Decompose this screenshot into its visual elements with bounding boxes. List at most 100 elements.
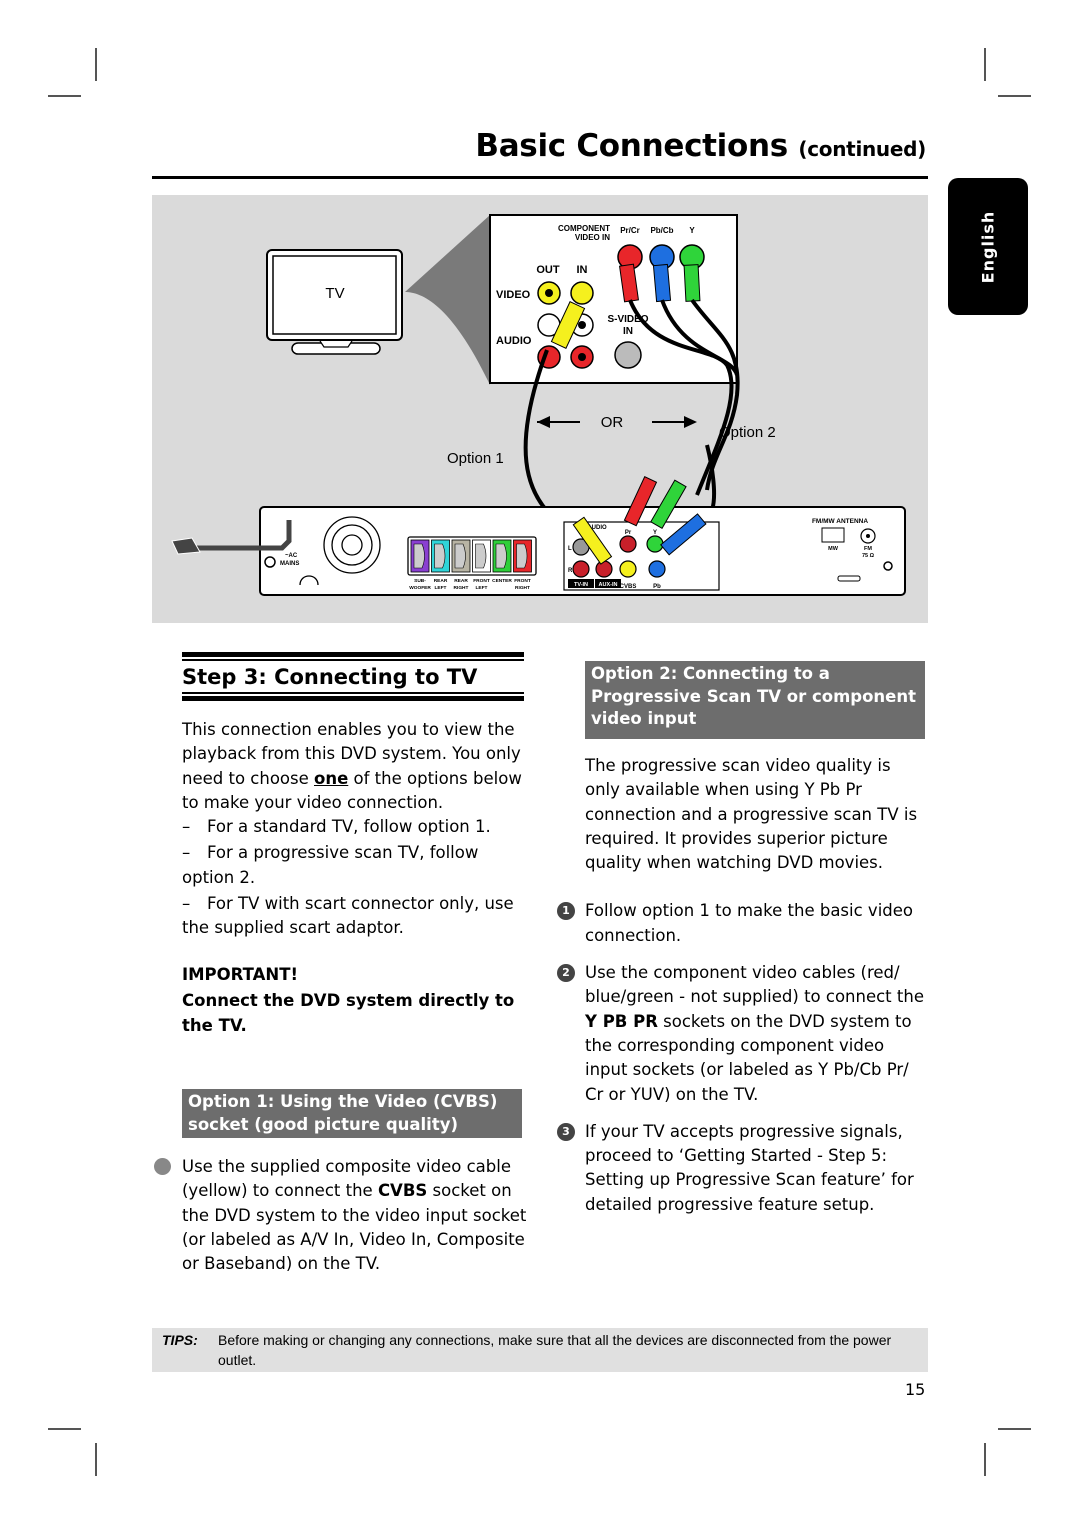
zoom-wedge: [405, 215, 490, 385]
arrow-right-icon: [684, 416, 697, 428]
option1-heading: Option 1: Using the Video (CVBS) socket …: [182, 1089, 522, 1138]
dash-item-text: For a standard TV, follow option 1.: [207, 817, 491, 837]
socket-tvin-r: [572, 560, 590, 578]
page-number: 15: [905, 1380, 926, 1399]
option2-step-1: 1 Follow option 1 to make the basic vide…: [557, 899, 930, 948]
dvd-pr-label: Pr: [625, 530, 632, 536]
r-label: R: [568, 568, 573, 574]
tv-in-label: TV-IN: [574, 582, 588, 588]
speaker-label: RIGHT: [515, 585, 530, 591]
socket-pr-out: [619, 535, 637, 553]
step-heading: Step 3: Connecting to TV: [182, 652, 524, 701]
crop-mark: [95, 48, 97, 81]
mains-label: MAINS: [280, 561, 299, 567]
title-text: Basic Connections: [475, 128, 788, 164]
bullet-icon: [154, 1158, 171, 1175]
speaker-label: REAR: [454, 578, 468, 584]
page-header: Basic Connections (continued): [152, 128, 928, 179]
fm-label: FM: [864, 546, 872, 552]
crop-mark: [48, 95, 81, 97]
ac-label: ~AC: [285, 553, 298, 559]
component-label: COMPONENT: [558, 224, 610, 233]
or-label: OR: [601, 414, 624, 431]
svideo-in-label: IN: [623, 326, 633, 337]
socket-svideo: [614, 341, 642, 369]
intro-paragraph: This connection enables you to view the …: [182, 718, 527, 815]
dvd-y-label: Y: [653, 530, 657, 536]
option2-label: Option 2: [719, 424, 776, 441]
speaker-label: CENTER: [492, 578, 512, 584]
step-text: If your TV accepts progressive signals, …: [585, 1121, 914, 1214]
step-title: Step 3: Connecting to TV: [182, 665, 478, 689]
socket-pb-out: [648, 560, 666, 578]
ypbpr-bold: Y PB PR: [585, 1011, 658, 1031]
crop-mark: [95, 1443, 97, 1476]
crop-mark: [48, 1428, 81, 1430]
audio-label: AUDIO: [496, 335, 532, 347]
option2-step-3: 3 If your TV accepts progressive signals…: [557, 1120, 930, 1217]
right-column: The progressive scan video quality is on…: [557, 754, 930, 1217]
option1-body: Use the supplied composite video cable (…: [154, 1155, 527, 1276]
tips-text: Before making or changing any connection…: [218, 1332, 892, 1368]
heading-rule-top: [182, 652, 524, 661]
dvd-pb-label: Pb: [653, 584, 661, 590]
arrow-left-icon: [537, 416, 550, 428]
component-label-2: VIDEO IN: [575, 233, 610, 242]
video-label: VIDEO: [496, 289, 531, 301]
option2-step-2: 2 Use the component video cables (red/ b…: [557, 961, 930, 1107]
important-text: Connect the DVD system directly to the T…: [182, 991, 515, 1035]
pr-cr-label: Pr/Cr: [620, 226, 640, 235]
page-title: Basic Connections (continued): [475, 128, 926, 164]
step-number-icon: 2: [557, 964, 575, 983]
step-text: Follow option 1 to make the basic video …: [585, 901, 913, 945]
dash-item-text: For TV with scart connector only, use th…: [182, 894, 514, 938]
dash-item: – For TV with scart connector only, use t…: [182, 894, 514, 938]
tips-label: TIPS:: [162, 1332, 198, 1348]
dash-item-text: For a progressive scan TV, follow option…: [182, 843, 479, 887]
antenna-label: FM/MW ANTENNA: [812, 518, 868, 525]
diagram-svg: TV COMPONENT VIDEO IN Pr/Cr Pb/Cb Y OUT …: [171, 214, 906, 596]
speaker-label: FRONT: [473, 578, 490, 584]
y-label: Y: [689, 226, 695, 235]
step-number-icon: 3: [557, 1122, 575, 1141]
important-note: IMPORTANT! Connect the DVD system direct…: [182, 963, 527, 1038]
power-plug-icon: [171, 537, 201, 555]
connection-diagram: TV COMPONENT VIDEO IN Pr/Cr Pb/Cb Y OUT …: [152, 195, 928, 623]
option2-heading: Option 2: Connecting to a Progressive Sc…: [585, 661, 925, 739]
speaker-label: LEFT: [476, 585, 488, 591]
speaker-label: LEFT: [435, 585, 447, 591]
socket-auxin-r: [595, 560, 613, 578]
intro-emphasis: one: [314, 768, 349, 788]
mw-terminal: [821, 527, 845, 543]
speaker-label: FRONT: [514, 578, 531, 584]
l-label: L: [568, 546, 572, 552]
option2-intro: The progressive scan video quality is on…: [585, 756, 918, 873]
option1-bullet: Use the supplied composite video cable (…: [154, 1155, 527, 1276]
speaker-label: REAR: [434, 578, 448, 584]
tv-icon: TV: [266, 249, 403, 355]
tv-label: TV: [325, 285, 344, 302]
plug-blue: [652, 263, 672, 303]
option2-heading-text: Option 2: Connecting to a Progressive Sc…: [591, 664, 916, 728]
pb-cb-label: Pb/Cb: [650, 226, 673, 235]
important-title: IMPORTANT!: [182, 965, 298, 984]
crop-mark: [984, 1443, 986, 1476]
heading-rule-bottom: [182, 692, 524, 701]
fm-ohm-label: 75 Ω: [862, 553, 875, 559]
speaker-label: RIGHT: [454, 585, 469, 591]
dvd-back-panel: ~AC MAINS SUB-WOOFERREARLEFTREARRIGHTFRO…: [171, 476, 906, 596]
option1-heading-text: Option 1: Using the Video (CVBS) socket …: [188, 1092, 498, 1134]
socket-y-out: [646, 535, 664, 553]
left-column: This connection enables you to view the …: [182, 718, 527, 941]
plug-green: [683, 264, 701, 302]
cvbs-label: CVBS: [620, 584, 637, 590]
crop-mark: [984, 48, 986, 81]
aux-in-label: AUX-IN: [599, 582, 618, 588]
socket-cvbs: [619, 560, 637, 578]
dash-item: – For a standard TV, follow option 1.: [182, 817, 491, 837]
speaker-label: SUB-: [414, 578, 426, 584]
mw-label: MW: [828, 546, 839, 552]
cvbs-bold: CVBS: [377, 1181, 428, 1201]
out-label: OUT: [536, 264, 560, 276]
title-suffix: (continued): [798, 137, 926, 161]
